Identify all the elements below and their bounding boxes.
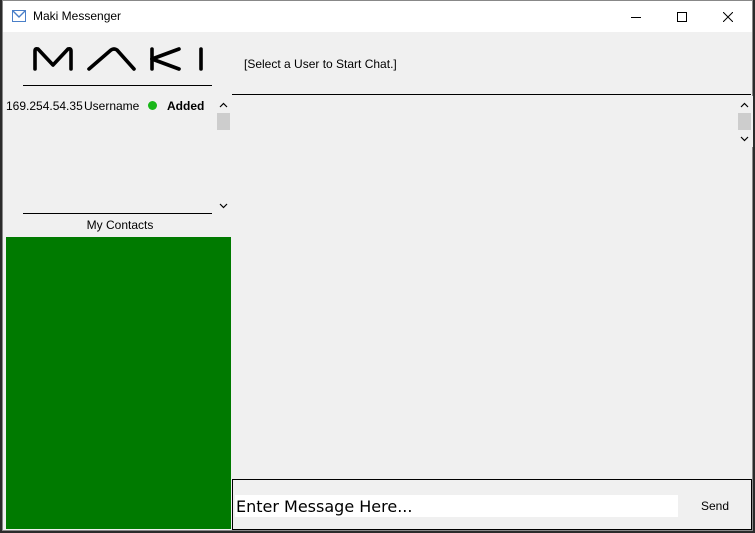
contact-ip: 169.254.54.35 (6, 99, 83, 113)
window-title: Maki Messenger (33, 9, 122, 23)
chat-scroll-down-button[interactable] (736, 130, 753, 147)
chevron-down-icon (219, 203, 228, 208)
close-icon (723, 11, 733, 22)
mail-icon (12, 10, 26, 22)
close-button[interactable] (705, 1, 751, 32)
contact-status: Added (167, 99, 205, 113)
chat-history (232, 94, 751, 480)
message-input[interactable] (235, 495, 678, 517)
chat-header: [Select a User to Start Chat.] (244, 57, 397, 71)
scroll-down-button[interactable] (215, 197, 232, 214)
maximize-button[interactable] (659, 1, 705, 32)
maximize-icon (677, 11, 687, 22)
chat-scrollbar[interactable] (736, 96, 753, 147)
scroll-thumb[interactable] (217, 113, 230, 130)
chat-scroll-thumb[interactable] (738, 113, 751, 130)
chevron-down-icon (740, 136, 749, 141)
chevron-up-icon (219, 102, 228, 107)
contacts-scrollbar[interactable] (215, 96, 232, 214)
chevron-up-icon (740, 102, 749, 107)
logo-divider (23, 85, 212, 86)
contacts-divider (23, 213, 212, 214)
contacts-panel (6, 237, 231, 529)
maki-logo (33, 46, 203, 71)
my-contacts-label: My Contacts (86, 218, 154, 232)
minimize-icon (631, 16, 641, 18)
contact-row[interactable]: 169.254.54.35 Username Added (6, 99, 218, 115)
message-composer: Send (232, 479, 752, 530)
send-button[interactable]: Send (688, 495, 742, 517)
online-status-icon (148, 101, 157, 110)
chat-scroll-up-button[interactable] (736, 96, 753, 113)
app-window: Maki Messenger 169.254.54.35 Username Ad… (2, 0, 753, 531)
minimize-button[interactable] (613, 1, 659, 32)
contact-username: Username (84, 99, 140, 113)
scroll-up-button[interactable] (215, 96, 232, 113)
title-bar[interactable]: Maki Messenger (3, 1, 752, 32)
